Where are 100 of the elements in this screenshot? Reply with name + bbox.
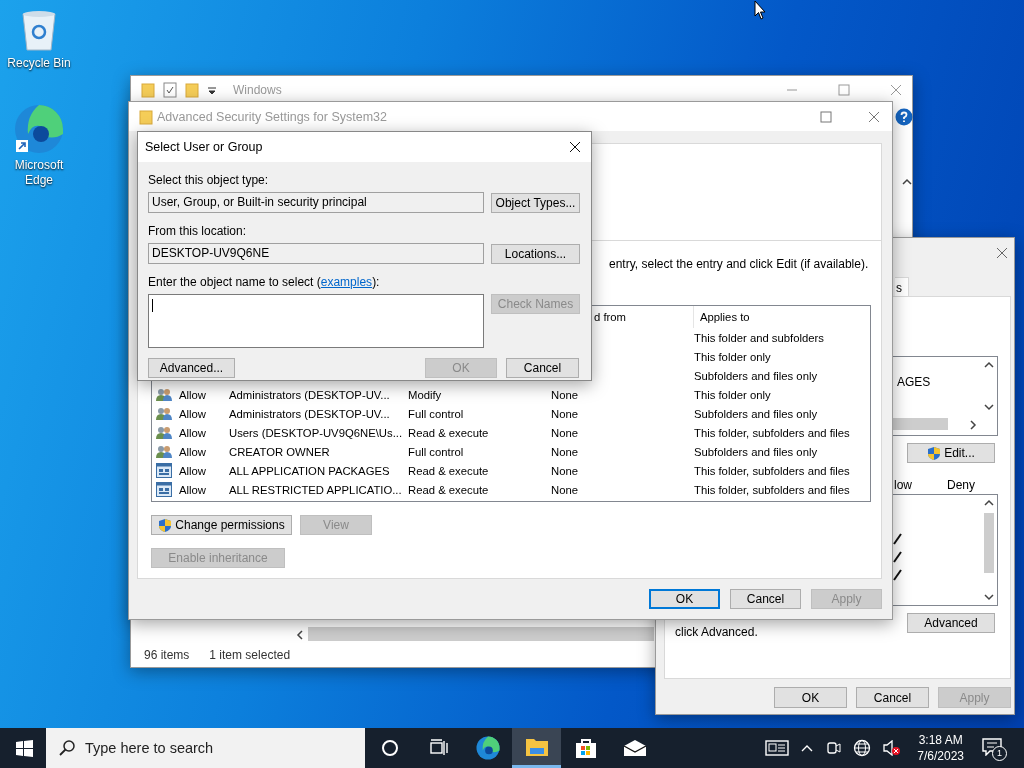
table-cell: None bbox=[551, 407, 578, 420]
object-types-button[interactable]: Object Types... bbox=[491, 192, 580, 213]
package-icon bbox=[156, 482, 172, 497]
instruction-text: entry, select the entry and click Edit (if available). bbox=[609, 257, 869, 271]
window-title: Advanced Security Settings for System32 bbox=[157, 109, 387, 124]
recycle-bin-icon[interactable] bbox=[19, 8, 59, 52]
table-cell: Full control bbox=[408, 445, 464, 458]
column-header[interactable]: Applies to bbox=[694, 306, 750, 328]
table-cell: Read & execute bbox=[408, 483, 489, 496]
notification-count: 1 bbox=[992, 745, 1007, 761]
news-icon[interactable] bbox=[765, 740, 790, 756]
envelope-icon bbox=[622, 739, 647, 757]
table-cell: This folder and subfolders bbox=[694, 331, 824, 344]
scroll-left-icon[interactable] bbox=[296, 630, 304, 640]
scroll-down-icon[interactable] bbox=[984, 403, 994, 411]
camera-icon[interactable] bbox=[825, 740, 842, 756]
clock-time[interactable]: 3:18 AM bbox=[918, 732, 963, 748]
dialog-button[interactable]: OK bbox=[649, 589, 720, 609]
table-cell: This folder only bbox=[694, 350, 771, 363]
table-cell: Full control bbox=[408, 407, 464, 420]
table-cell: Subfolders and files only bbox=[694, 407, 818, 420]
speaker-muted-icon[interactable] bbox=[883, 740, 902, 756]
scroll-up-icon[interactable] bbox=[984, 499, 994, 507]
search-icon bbox=[59, 740, 75, 756]
shopping-bag-icon bbox=[574, 737, 597, 759]
scrollbar-thumb[interactable] bbox=[984, 513, 994, 573]
table-cell: Subfolders and files only bbox=[694, 445, 818, 458]
table-cell: Allow bbox=[179, 483, 206, 496]
users-icon bbox=[156, 387, 172, 402]
close-icon[interactable] bbox=[569, 141, 581, 153]
search-field[interactable]: Type here to search bbox=[46, 728, 365, 768]
package-icon bbox=[156, 463, 172, 478]
notification-icon[interactable] bbox=[982, 737, 1002, 756]
table-cell: Allow bbox=[179, 445, 206, 458]
dialog-button[interactable]: Cancel bbox=[506, 358, 579, 378]
folder-icon bbox=[524, 736, 549, 757]
edit-button[interactable]: Edit... bbox=[907, 443, 995, 463]
globe-icon[interactable] bbox=[853, 739, 872, 757]
chevron-up-icon[interactable] bbox=[801, 744, 814, 752]
shield-icon bbox=[927, 445, 942, 461]
dialog-title: Select User or Group bbox=[145, 140, 263, 154]
scroll-right-icon[interactable] bbox=[969, 420, 977, 430]
table-cell: None bbox=[551, 483, 578, 496]
field-label: From this location: bbox=[148, 223, 248, 239]
scrollbar-thumb[interactable] bbox=[893, 418, 948, 430]
table-cell: Users (DESKTOP-UV9Q6NE\Us... bbox=[229, 426, 403, 439]
edge-icon bbox=[475, 736, 500, 760]
table-cell: Administrators (DESKTOP-UV... bbox=[229, 407, 390, 420]
dropdown-icon[interactable] bbox=[207, 85, 217, 95]
table-cell: Allow bbox=[179, 426, 206, 439]
windows-logo-icon[interactable] bbox=[16, 739, 33, 757]
users-icon bbox=[156, 444, 172, 459]
window-title: Windows bbox=[233, 83, 282, 97]
object-name-field[interactable] bbox=[148, 294, 484, 348]
table-cell: Allow bbox=[179, 407, 206, 420]
table-cell: None bbox=[551, 388, 578, 401]
folder-icon bbox=[139, 108, 153, 125]
scroll-up-icon[interactable] bbox=[902, 178, 912, 186]
table-cell: Administrators (DESKTOP-UV... bbox=[229, 388, 390, 401]
clock-date[interactable]: 7/6/2023 bbox=[917, 748, 964, 764]
table-cell: Modify bbox=[408, 388, 442, 401]
users-icon bbox=[156, 425, 172, 440]
column-header: low bbox=[894, 478, 912, 492]
table-cell: None bbox=[551, 464, 578, 477]
dialog-button[interactable]: Cancel bbox=[730, 589, 801, 609]
help-icon[interactable] bbox=[895, 108, 913, 126]
table-cell: CREATOR OWNER bbox=[229, 445, 330, 458]
locations-button[interactable]: Locations... bbox=[491, 243, 580, 264]
table-cell: ALL APPLICATION PACKAGES bbox=[229, 464, 390, 477]
explorer-taskbar-button[interactable] bbox=[512, 728, 561, 768]
help-text: click Advanced. bbox=[675, 625, 758, 639]
status-text: 1 item selected bbox=[209, 648, 291, 662]
list-item[interactable]: AGES bbox=[897, 375, 931, 389]
advanced-button[interactable]: Advanced bbox=[907, 613, 995, 633]
object-type-field: User, Group, or Built-in security principal bbox=[148, 192, 484, 213]
examples-link[interactable]: examples bbox=[320, 275, 373, 289]
maximize-icon[interactable] bbox=[820, 110, 832, 123]
table-cell: None bbox=[551, 445, 578, 458]
column-header: Deny bbox=[947, 478, 975, 492]
dialog-button[interactable]: Advanced... bbox=[148, 358, 235, 378]
tab[interactable]: s bbox=[895, 277, 909, 297]
table-cell: Allow bbox=[179, 388, 206, 401]
field-label: Enter the object name to select (examples): bbox=[148, 274, 381, 290]
field-label: Select this object type: bbox=[148, 172, 270, 188]
table-cell: ALL RESTRICTED APPLICATIO... bbox=[229, 483, 402, 496]
table-cell: Allow bbox=[179, 464, 206, 477]
table-cell: This folder only bbox=[694, 388, 771, 401]
table-cell: Read & execute bbox=[408, 426, 489, 439]
location-field: DESKTOP-UV9Q6NE bbox=[148, 243, 484, 264]
table-cell: This folder, subfolders and files bbox=[694, 426, 850, 439]
scrollbar-thumb[interactable] bbox=[308, 627, 654, 641]
dialog-button[interactable]: Cancel bbox=[856, 687, 929, 708]
table-cell: This folder, subfolders and files bbox=[694, 483, 850, 496]
action-button[interactable]: Change permissions bbox=[151, 515, 292, 535]
dialog-button[interactable]: OK bbox=[774, 687, 847, 708]
task-view-icon bbox=[429, 739, 448, 757]
edge-icon[interactable] bbox=[14, 104, 64, 154]
scroll-up-icon[interactable] bbox=[984, 361, 994, 369]
properties-icon[interactable] bbox=[163, 82, 177, 98]
scroll-down-icon[interactable] bbox=[984, 593, 994, 601]
